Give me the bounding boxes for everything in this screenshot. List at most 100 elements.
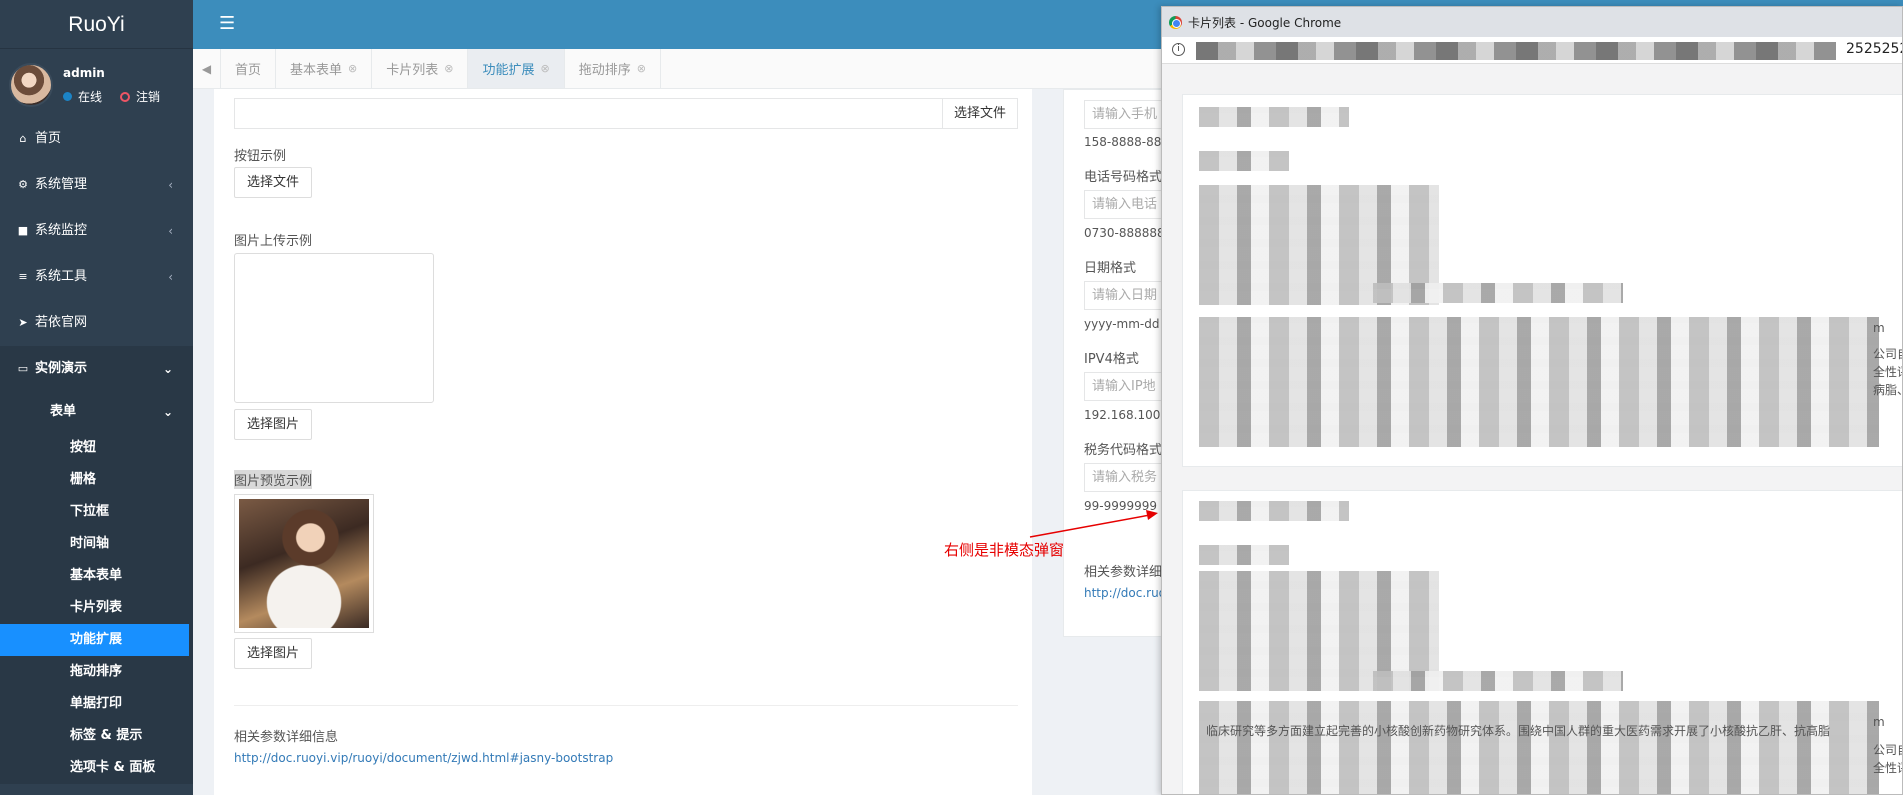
logout-link[interactable]: 注销	[136, 88, 160, 105]
avatar[interactable]	[9, 63, 53, 107]
tab-label: 基本表单	[290, 63, 343, 78]
text-snippet: m	[1873, 321, 1885, 335]
sidebar-item-system[interactable]: ⚙ 系统管理 ‹	[0, 162, 193, 208]
chrome-popup-window[interactable]: 卡片列表 - Google Chrome i 2525252 m 公司自 全性评…	[1161, 6, 1903, 795]
chrome-icon	[1169, 15, 1182, 29]
image-preview-box[interactable]	[234, 494, 374, 633]
card-item: m 公司自 全性评价	[1182, 490, 1902, 794]
chevron-down-icon: ⌄	[162, 405, 173, 419]
phone-hint: 158-8888-888	[1084, 135, 1170, 149]
sidebar-subitem[interactable]: 单据打印	[0, 688, 193, 720]
blurred-block	[1199, 545, 1289, 565]
image-preview-label: 图片预览示例	[234, 470, 313, 489]
sidebar-subitem[interactable]: 卡片列表	[0, 592, 193, 624]
close-icon[interactable]: ⊗	[541, 62, 550, 75]
text-snippet: 病脂、抗	[1873, 383, 1902, 397]
sidebar-item-label: 系统工具	[35, 269, 88, 284]
blurred-block	[1199, 151, 1289, 171]
user-status: 在线 注销	[63, 88, 160, 105]
text-snippet: 全性评价	[1873, 365, 1902, 379]
ipv4-hint: 192.168.100.2	[1084, 408, 1172, 422]
sidebar-item-tools[interactable]: ≡ 系统工具 ‹	[0, 254, 193, 300]
sidebar-subitem[interactable]: 时间轴	[0, 528, 193, 560]
tax-label: 税务代码格式	[1084, 443, 1163, 458]
location-arrow-icon: ➤	[18, 316, 28, 329]
logout-icon[interactable]	[120, 91, 131, 102]
text-snippet: 公司自	[1873, 347, 1902, 361]
sidebar-item-label: 系统管理	[35, 177, 88, 192]
sidebar-item-monitor[interactable]: ■ 系统监控 ‹	[0, 208, 193, 254]
select-file-button[interactable]: 选择文件	[941, 99, 1017, 128]
chevron-down-icon: ⌄	[162, 362, 173, 376]
sidebar-subitem[interactable]: 拖动排序	[0, 656, 193, 688]
sidebar-item-website[interactable]: ➤ 若依官网	[0, 300, 193, 346]
desktop-icon: ▭	[17, 362, 29, 375]
tab-label: 功能扩展	[482, 63, 535, 78]
sidebar-subitem-active[interactable]: 功能扩展	[0, 624, 189, 656]
tab-drag-sort[interactable]: 拖动排序 ⊗	[565, 49, 661, 88]
select-image-button[interactable]: 选择图片	[234, 638, 313, 669]
sidebar-subitem[interactable]: 选项卡 & 面板	[0, 752, 193, 784]
popup-body: m 公司自 全性评价 病脂、抗 m 公司自 全性评价	[1162, 64, 1902, 794]
sidebar-item-label: 系统监控	[35, 223, 88, 238]
detail-link[interactable]: http://doc.ruoy	[1084, 586, 1173, 600]
tel-label: 电话号码格式	[1084, 170, 1163, 185]
close-icon[interactable]: ⊗	[637, 62, 646, 75]
address-text: 2525252	[1846, 41, 1903, 57]
divider	[234, 705, 1018, 706]
blurred-block	[1199, 107, 1349, 127]
file-input[interactable]: 选择文件	[234, 98, 1018, 129]
popup-address-bar[interactable]: i 2525252	[1162, 37, 1902, 64]
tabs-prev-icon[interactable]: ◀	[193, 49, 221, 88]
tel-hint: 0730-8888888	[1084, 226, 1173, 240]
home-icon: ⌂	[19, 132, 27, 145]
sidebar-subitem[interactable]: 下拉框	[0, 496, 193, 528]
card-item: m 公司自 全性评价 病脂、抗	[1182, 94, 1902, 467]
annotation-text: 右侧是非模态弹窗	[944, 541, 1065, 559]
sidebar-subitem[interactable]: 按钮	[0, 432, 193, 464]
close-icon[interactable]: ⊗	[444, 62, 453, 75]
preview-image	[239, 499, 369, 628]
popup-title: 卡片列表 - Google Chrome	[1188, 15, 1342, 30]
ipv4-label: IPV4格式	[1084, 352, 1139, 367]
image-upload-box[interactable]	[234, 253, 434, 403]
online-dot-icon	[63, 92, 72, 101]
sidebar-item-label: 首页	[35, 131, 62, 146]
detail-link[interactable]: http://doc.ruoyi.vip/ruoyi/document/zjwd…	[234, 751, 613, 765]
sidebar-subitem[interactable]: 基本表单	[0, 560, 193, 592]
sidebar-item-label: 实例演示	[35, 361, 88, 376]
tab-card-list[interactable]: 卡片列表 ⊗	[372, 49, 469, 88]
file-upload-panel: 选择文件 按钮示例 选择文件 图片上传示例 选择图片 图片预览示例 选择图片 相…	[214, 89, 1032, 795]
address-blurred	[1196, 42, 1836, 60]
tab-home[interactable]: 首页	[221, 49, 277, 88]
sidebar-item-home[interactable]: ⌂ 首页	[0, 116, 193, 162]
gear-icon: ⚙	[18, 178, 28, 191]
select-file-button[interactable]: 选择文件	[234, 167, 313, 198]
sidebar-item-label: 若依官网	[35, 315, 88, 330]
menu-toggle-icon[interactable]: ☰	[219, 15, 235, 33]
tab-extensions[interactable]: 功能扩展 ⊗	[468, 49, 565, 88]
sidebar-subitem[interactable]: 标签 & 提示	[0, 720, 193, 752]
bars-icon: ≡	[18, 270, 28, 283]
sidebar-menu: ⌂ 首页 ⚙ 系统管理 ‹ ■ 系统监控 ‹ ≡ 系统工具 ‹ ➤ 若依官网 ▭…	[0, 116, 193, 784]
text-snippet: 公司自	[1873, 743, 1902, 757]
image-upload-label: 图片上传示例	[234, 234, 313, 249]
tab-label: 卡片列表	[386, 63, 439, 78]
popup-titlebar[interactable]: 卡片列表 - Google Chrome	[1162, 7, 1902, 37]
user-name: admin	[63, 66, 105, 80]
sidebar-subhead-form[interactable]: 表单 ⌄	[0, 392, 193, 432]
blurred-block	[1373, 671, 1623, 691]
sidebar-subitem[interactable]: 栅格	[0, 464, 193, 496]
chevron-left-icon: ‹	[168, 224, 173, 238]
date-hint: yyyy-mm-dd	[1084, 317, 1160, 331]
tab-label: 拖动排序	[578, 63, 631, 78]
sidebar-item-demo[interactable]: ▭ 实例演示 ⌄	[0, 346, 193, 392]
blurred-block	[1373, 283, 1623, 303]
tab-basic-form[interactable]: 基本表单 ⊗	[276, 49, 373, 88]
brand-logo[interactable]: RuoYi	[0, 0, 193, 49]
video-icon: ■	[17, 224, 29, 237]
select-image-button[interactable]: 选择图片	[234, 409, 313, 440]
blurred-block	[1199, 501, 1349, 521]
close-icon[interactable]: ⊗	[348, 62, 357, 75]
info-icon[interactable]: i	[1172, 43, 1185, 56]
